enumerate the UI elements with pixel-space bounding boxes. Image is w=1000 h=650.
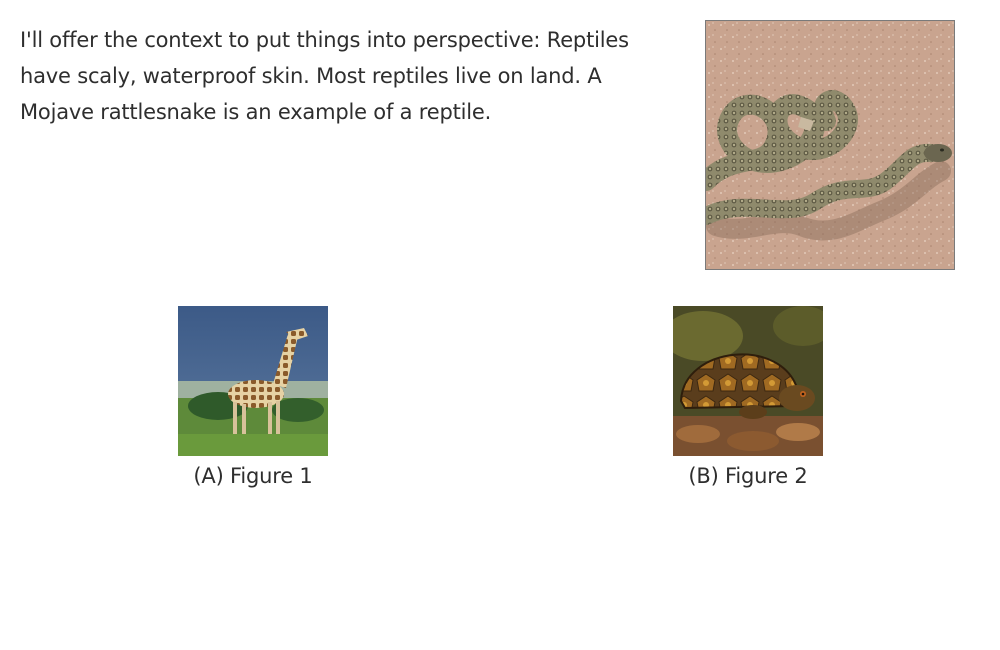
- option-a[interactable]: (A) Figure 1: [133, 306, 373, 490]
- box-turtle-photo: [673, 306, 823, 456]
- giraffe-photo: [178, 306, 328, 456]
- option-a-label[interactable]: (A) Figure 1: [133, 462, 373, 490]
- context-text: I'll offer the context to put things int…: [20, 28, 629, 124]
- option-b[interactable]: (B) Figure 2: [628, 306, 868, 490]
- option-b-label[interactable]: (B) Figure 2: [628, 462, 868, 490]
- rattlesnake-photo: [705, 20, 955, 270]
